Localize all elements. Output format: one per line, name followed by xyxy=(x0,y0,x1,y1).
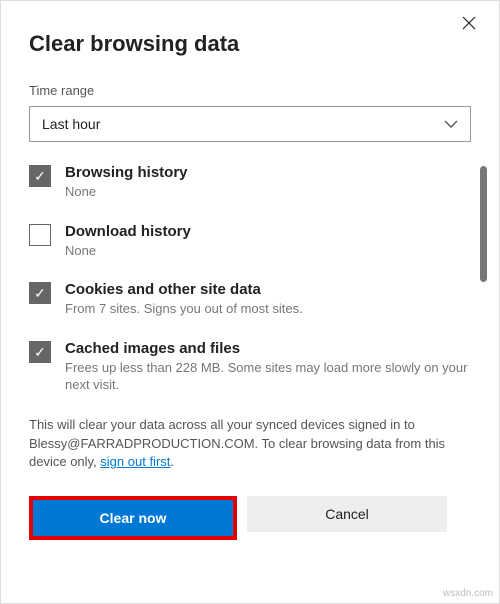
option-desc: From 7 sites. Signs you out of most site… xyxy=(65,300,471,318)
time-range-label: Time range xyxy=(29,83,471,98)
checkmark-icon: ✓ xyxy=(34,286,46,300)
option-title: Cached images and files xyxy=(65,340,471,357)
checkbox-cached-images[interactable]: ✓ xyxy=(29,341,51,363)
option-title: Download history xyxy=(65,223,471,240)
option-title: Browsing history xyxy=(65,164,471,181)
option-desc: Frees up less than 228 MB. Some sites ma… xyxy=(65,359,471,394)
checkbox-download-history[interactable] xyxy=(29,224,51,246)
button-row: Clear now Cancel xyxy=(29,496,471,540)
option-title: Cookies and other site data xyxy=(65,281,471,298)
sign-out-link[interactable]: sign out first xyxy=(100,454,170,469)
time-range-value: Last hour xyxy=(42,116,100,132)
close-icon xyxy=(462,16,476,35)
chevron-down-icon xyxy=(444,117,458,131)
scrollbar[interactable] xyxy=(480,166,487,282)
watermark: wsxdn.com xyxy=(443,588,493,599)
options-list: ✓ Browsing history None Download history… xyxy=(29,164,471,394)
time-range-select[interactable]: Last hour xyxy=(29,106,471,142)
info-text-after: . xyxy=(170,454,174,469)
option-cookies: ✓ Cookies and other site data From 7 sit… xyxy=(29,281,471,318)
clear-browsing-data-dialog: Clear browsing data Time range Last hour… xyxy=(0,0,500,604)
highlight-box: Clear now xyxy=(29,496,237,540)
checkmark-icon: ✓ xyxy=(34,169,46,183)
dialog-title: Clear browsing data xyxy=(29,31,471,57)
close-button[interactable] xyxy=(457,13,481,37)
checkmark-icon: ✓ xyxy=(34,345,46,359)
checkbox-browsing-history[interactable]: ✓ xyxy=(29,165,51,187)
option-download-history: Download history None xyxy=(29,223,471,260)
option-desc: None xyxy=(65,242,471,260)
checkbox-cookies[interactable]: ✓ xyxy=(29,282,51,304)
cancel-button[interactable]: Cancel xyxy=(247,496,447,532)
sync-info-text: This will clear your data across all you… xyxy=(29,416,471,473)
option-cached-images: ✓ Cached images and files Frees up less … xyxy=(29,340,471,394)
option-browsing-history: ✓ Browsing history None xyxy=(29,164,471,201)
option-desc: None xyxy=(65,183,471,201)
info-text-before: This will clear your data across all you… xyxy=(29,417,445,470)
clear-now-button[interactable]: Clear now xyxy=(33,500,233,536)
